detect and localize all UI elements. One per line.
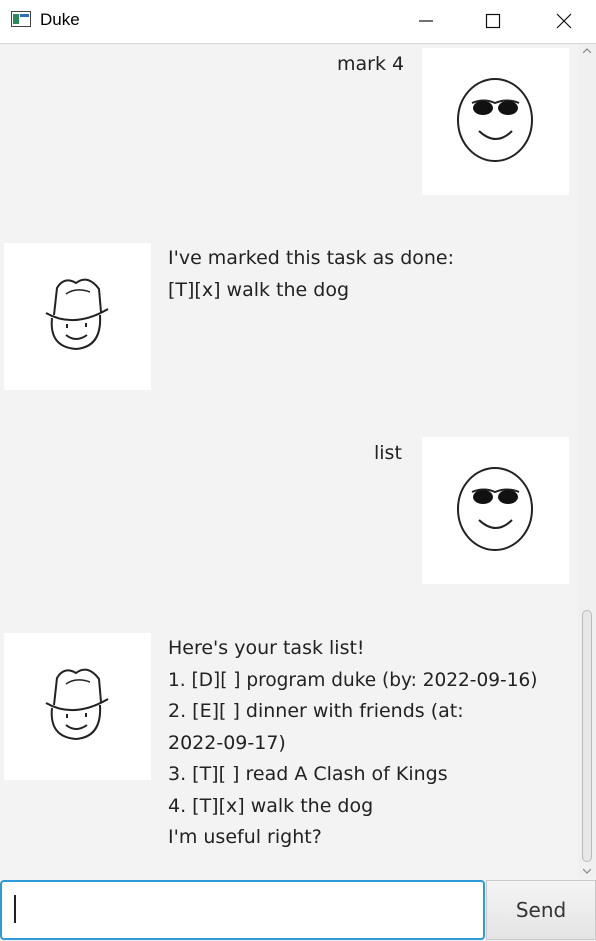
duke-message-line: [T][x] walk the dog [168, 279, 350, 301]
maximize-button[interactable] [470, 0, 516, 42]
duke-message-line: 2022-09-17) [168, 732, 286, 754]
minimize-button[interactable] [403, 0, 449, 42]
app-window-icon [11, 11, 31, 27]
duke-avatar [4, 243, 151, 390]
close-button[interactable] [541, 0, 587, 42]
maximize-icon [485, 13, 501, 29]
user-input[interactable] [0, 880, 485, 940]
hat-smiley-icon [45, 278, 109, 351]
duke-message-line: I'm useful right? [168, 826, 322, 848]
sunglasses-smiley-icon [457, 78, 533, 162]
scrollbar-thumb[interactable] [582, 610, 592, 862]
dialog-container[interactable]: mark 4 I've marked this task as done: [T… [0, 44, 578, 879]
duke-message-line: 2. [E][ ] dinner with friends (at: [168, 700, 464, 722]
close-icon [556, 13, 572, 29]
duke-message-line: Here's your task list! [168, 637, 365, 659]
scroll-up-arrow-icon[interactable] [583, 48, 591, 54]
user-avatar [422, 437, 569, 584]
duke-message-line: 1. [D][ ] program duke (by: 2022-09-16) [168, 670, 538, 691]
hat-smiley-icon [45, 668, 109, 741]
window-title: Duke [40, 10, 80, 29]
duke-avatar [4, 633, 151, 780]
duke-message-line: 3. [T][ ] read A Clash of Kings [168, 763, 448, 785]
duke-message-line: I've marked this task as done: [168, 247, 455, 269]
duke-message-line: 4. [T][x] walk the dog [168, 795, 374, 817]
text-caret [14, 895, 16, 923]
vertical-scrollbar[interactable] [578, 44, 596, 879]
send-button[interactable]: Send [486, 880, 596, 940]
input-bar: Send [0, 879, 596, 941]
title-bar: Duke [0, 0, 596, 42]
scroll-down-arrow-icon[interactable] [583, 868, 591, 874]
sunglasses-smiley-icon [457, 467, 533, 551]
minimize-icon [419, 20, 433, 22]
user-message-text: mark 4 [337, 53, 405, 75]
user-avatar [422, 48, 569, 195]
user-message-text: list [374, 442, 402, 464]
